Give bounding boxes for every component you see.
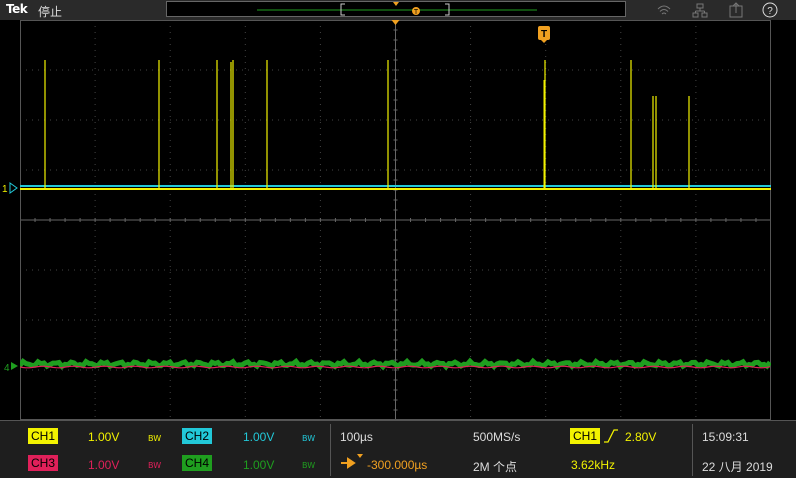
ch4-scale[interactable]: 1.00V [243,458,274,472]
export-icon[interactable] [728,2,744,18]
ch4-badge[interactable]: CH4 [182,455,213,471]
trigger-frequency: 3.62kHz [571,458,616,472]
ch4-bw-icon: BW [302,461,316,470]
horizontal-position-arrow-icon [341,454,363,469]
ch3-scale[interactable]: 1.00V [88,458,119,472]
trigger-level-indicator [771,20,796,420]
horizontal-scale[interactable]: 100µs [340,430,373,444]
divider [330,424,331,476]
divider [692,424,693,476]
overview-position-marker [393,2,399,6]
ch1-badge[interactable]: CH1 [28,428,59,444]
clock-date: 22 八月 2019 [702,460,773,474]
network-icon[interactable] [692,2,708,18]
ch4-ground-label: 4 [4,363,10,374]
horizontal-position[interactable]: -300.000µs [367,458,427,472]
channel-markers: 1 4 [2,182,18,374]
record-length: 2M 个点 [473,460,518,474]
top-bar: Tek 停止 T ? [0,0,796,20]
sample-rate: 500MS/s [473,430,521,444]
ch4-ground-marker [11,362,18,370]
svg-text:?: ? [767,6,773,17]
overview-graphic: T [257,2,537,16]
ch1-scale[interactable]: 1.00V [88,430,119,444]
graticule: T [17,19,772,421]
trigger-marker-pointer [541,40,547,43]
ch1-bw-icon: BW [148,434,162,443]
trigger-marker-label: T [541,29,547,40]
brand-logo: Tek [6,2,28,16]
trigger-position-marker [391,20,400,25]
ch3-badge[interactable]: CH3 [28,455,59,471]
waveform-overview[interactable]: T [166,1,626,17]
help-icon[interactable]: ? [762,2,778,18]
wifi-icon[interactable] [656,2,672,18]
acquisition-status: 停止 [38,5,63,19]
clock-time: 15:09:31 [702,430,749,444]
trigger-source-badge[interactable]: CH1 [570,428,601,444]
ch2-badge[interactable]: CH2 [182,428,213,444]
waveform-display[interactable]: T [17,19,772,421]
ch2-bw-icon: BW [302,434,316,443]
svg-text:T: T [414,9,419,16]
ch3-bw-icon: BW [148,461,162,470]
ch1-ground-marker [9,182,18,194]
trigger-level[interactable]: 2.80V [625,430,656,444]
ch2-scale[interactable]: 1.00V [243,430,274,444]
rising-edge-icon [604,429,618,443]
ch1-ground-label: 1 [2,184,8,195]
